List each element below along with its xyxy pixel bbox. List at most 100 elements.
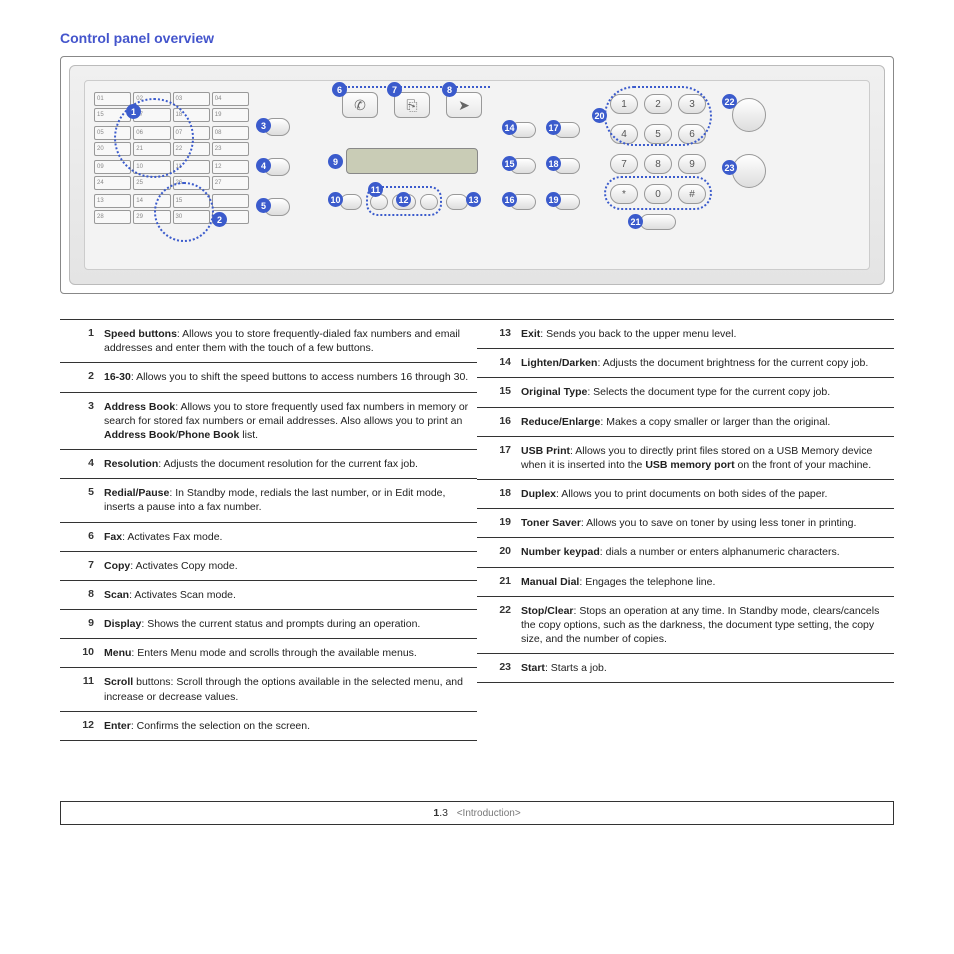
copy-button: ⎘	[394, 92, 430, 118]
section-title: Control panel overview	[60, 30, 894, 46]
definition-body: Scan: Activates Scan mode.	[104, 588, 471, 602]
definition-number: 10	[66, 646, 94, 658]
start-button	[732, 154, 766, 188]
definition-number: 13	[483, 327, 511, 339]
fax-button: ✆	[342, 92, 378, 118]
speed-cell: 01	[94, 92, 131, 106]
definition-body: USB Print: Allows you to directly print …	[521, 444, 888, 472]
callout-2: 2	[212, 212, 227, 227]
speed-cell: 12	[212, 160, 249, 174]
callout-6: 6	[332, 82, 347, 97]
definition-number: 21	[483, 575, 511, 587]
definition-body: Menu: Enters Menu mode and scrolls throu…	[104, 646, 471, 660]
definition-body: Stop/Clear: Stops an operation at any ti…	[521, 604, 888, 647]
callout-19: 19	[546, 192, 561, 207]
definition-number: 4	[66, 457, 94, 469]
definition-body: Manual Dial: Engages the telephone line.	[521, 575, 888, 589]
definition-number: 6	[66, 530, 94, 542]
definition-body: Display: Shows the current status and pr…	[104, 617, 471, 631]
speed-cell: 03	[173, 92, 210, 106]
definition-row: 23 Start: Starts a job.	[477, 653, 894, 683]
callout-9: 9	[328, 154, 343, 169]
exit-button	[446, 194, 468, 210]
callout-23: 23	[722, 160, 737, 175]
definition-row: 6 Fax: Activates Fax mode.	[60, 522, 477, 551]
definition-body: Address Book: Allows you to store freque…	[104, 400, 471, 443]
definition-row: 10 Menu: Enters Menu mode and scrolls thr…	[60, 638, 477, 667]
callout-18: 18	[546, 156, 561, 171]
footer-chapter: 1	[433, 807, 439, 819]
speed-cell: 04	[212, 92, 249, 106]
definition-row: 14 Lighten/Darken: Adjusts the document b…	[477, 348, 894, 377]
callout-1: 1	[126, 104, 141, 119]
speed-cell: 13	[94, 194, 131, 208]
definition-body: Resolution: Adjusts the document resolut…	[104, 457, 471, 471]
definition-body: Toner Saver: Allows you to save on toner…	[521, 516, 888, 530]
callout-17: 17	[546, 120, 561, 135]
speed-cell: 24	[94, 176, 131, 190]
speed-cell: 08	[212, 126, 249, 140]
definition-number: 5	[66, 486, 94, 498]
definition-body: Reduce/Enlarge: Makes a copy smaller or …	[521, 415, 888, 429]
callout-15: 15	[502, 156, 517, 171]
definition-body: Scroll buttons: Scroll through the optio…	[104, 675, 471, 703]
definition-number: 7	[66, 559, 94, 571]
definition-row: 7 Copy: Activates Copy mode.	[60, 551, 477, 580]
definition-body: Speed buttons: Allows you to store frequ…	[104, 327, 471, 355]
callout-11: 11	[368, 182, 383, 197]
definition-row: 20 Number keypad: dials a number or enter…	[477, 537, 894, 566]
speed-cell: 28	[94, 210, 131, 224]
callout-3: 3	[256, 118, 271, 133]
definition-number: 23	[483, 661, 511, 673]
callout-10: 10	[328, 192, 343, 207]
definition-row: 16Reduce/Enlarge: Makes a copy smaller o…	[477, 407, 894, 436]
callout-8: 8	[442, 82, 457, 97]
definition-body: Number keypad: dials a number or enters …	[521, 545, 888, 559]
callout-22: 22	[722, 94, 737, 109]
definition-body: Original Type: Selects the document type…	[521, 385, 888, 399]
definition-body: Duplex: Allows you to print documents on…	[521, 487, 888, 501]
definition-row: 2 16-30: Allows you to shift the speed bu…	[60, 362, 477, 391]
callout-5: 5	[256, 198, 271, 213]
definition-row: 1 Speed buttons: Allows you to store freq…	[60, 319, 477, 362]
footer-section: <Introduction>	[457, 808, 521, 819]
definition-row: 22Stop/Clear: Stops an operation at any …	[477, 596, 894, 654]
definition-number: 2	[66, 370, 94, 382]
definition-row: 4 Resolution: Adjusts the document resolu…	[60, 449, 477, 478]
keypad-9: 9	[678, 154, 706, 174]
definition-row: 11Scroll buttons: Scroll through the opt…	[60, 667, 477, 710]
callout-16: 16	[502, 192, 517, 207]
callout-12: 12	[396, 192, 411, 207]
definition-number: 1	[66, 327, 94, 339]
definition-body: Redial/Pause: In Standby mode, redials t…	[104, 486, 471, 514]
definition-number: 8	[66, 588, 94, 600]
manual-dial-button	[640, 214, 676, 230]
definition-number: 14	[483, 356, 511, 368]
panel-frame: 01 02 03 04 15 17 18 19 05 06 07 08 20 2…	[60, 56, 894, 294]
definition-body: Start: Starts a job.	[521, 661, 888, 675]
definition-number: 19	[483, 516, 511, 528]
keypad-8: 8	[644, 154, 672, 174]
menu-button	[340, 194, 362, 210]
definition-row: 18 Duplex: Allows you to print documents …	[477, 479, 894, 508]
definition-row: 3Address Book: Allows you to store frequ…	[60, 392, 477, 450]
page-footer: 1.3 <Introduction>	[60, 801, 894, 825]
definition-number: 12	[66, 719, 94, 731]
definition-row: 12Enter: Confirms the selection on the s…	[60, 711, 477, 741]
definition-number: 20	[483, 545, 511, 557]
definition-body: 16-30: Allows you to shift the speed but…	[104, 370, 471, 384]
callout-7: 7	[387, 82, 402, 97]
definition-body: Fax: Activates Fax mode.	[104, 530, 471, 544]
definition-body: Copy: Activates Copy mode.	[104, 559, 471, 573]
definition-number: 17	[483, 444, 511, 456]
callout-20: 20	[592, 108, 607, 123]
definition-number: 15	[483, 385, 511, 397]
definition-row: 19 Toner Saver: Allows you to save on ton…	[477, 508, 894, 537]
control-panel-diagram: 01 02 03 04 15 17 18 19 05 06 07 08 20 2…	[69, 65, 885, 285]
definition-row: 15 Original Type: Selects the document ty…	[477, 377, 894, 406]
definition-number: 9	[66, 617, 94, 629]
definition-number: 18	[483, 487, 511, 499]
definition-body: Lighten/Darken: Adjusts the document bri…	[521, 356, 888, 370]
definition-row: 5 Redial/Pause: In Standby mode, redials …	[60, 478, 477, 521]
callout-14: 14	[502, 120, 517, 135]
